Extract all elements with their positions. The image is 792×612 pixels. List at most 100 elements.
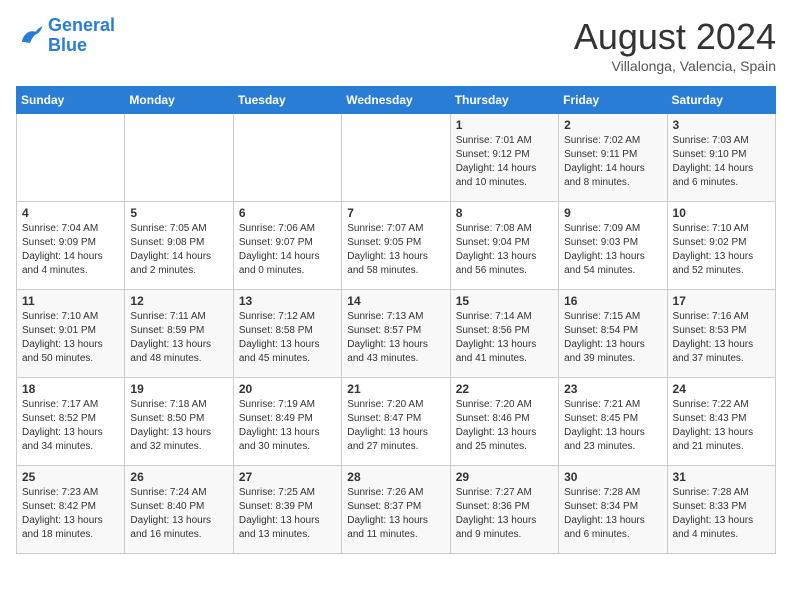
- day-number: 3: [673, 118, 770, 132]
- day-cell: [342, 114, 450, 202]
- week-row-1: 1 Sunrise: 7:01 AM Sunset: 9:12 PM Daylig…: [17, 114, 776, 202]
- week-row-5: 25Sunrise: 7:23 AM Sunset: 8:42 PM Dayli…: [17, 466, 776, 554]
- calendar-table: SundayMondayTuesdayWednesdayThursdayFrid…: [16, 86, 776, 554]
- day-info: Sunrise: 7:13 AM Sunset: 8:57 PM Dayligh…: [347, 310, 444, 366]
- header-saturday: Saturday: [667, 87, 775, 114]
- header-sunday: Sunday: [17, 87, 125, 114]
- day-cell: 4 Sunrise: 7:04 AM Sunset: 9:09 PM Daylig…: [17, 202, 125, 290]
- day-cell: 5 Sunrise: 7:05 AM Sunset: 9:08 PM Daylig…: [125, 202, 233, 290]
- header-friday: Friday: [559, 87, 667, 114]
- day-number: 27: [239, 470, 336, 484]
- day-number: 30: [564, 470, 661, 484]
- day-number: 28: [347, 470, 444, 484]
- day-number: 12: [130, 294, 227, 308]
- day-number: 4: [22, 206, 119, 220]
- day-info: Sunrise: 7:10 AM Sunset: 9:01 PM Dayligh…: [22, 310, 119, 366]
- day-number: 7: [347, 206, 444, 220]
- day-number: 29: [456, 470, 553, 484]
- day-cell: 16 Sunrise: 7:15 AM Sunset: 8:54 PM Dayli…: [559, 290, 667, 378]
- day-info: Sunrise: 7:16 AM Sunset: 8:53 PM Dayligh…: [673, 310, 770, 366]
- day-number: 18: [22, 382, 119, 396]
- day-cell: 29 Sunrise: 7:27 AM Sunset: 8:36 PM Dayli…: [450, 466, 558, 554]
- day-info: Sunrise: 7:08 AM Sunset: 9:04 PM Dayligh…: [456, 222, 553, 278]
- day-info: Sunrise: 7:26 AM Sunset: 8:37 PM Dayligh…: [347, 486, 444, 542]
- day-cell: 14 Sunrise: 7:13 AM Sunset: 8:57 PM Dayli…: [342, 290, 450, 378]
- day-info: Sunrise: 7:28 AM Sunset: 8:34 PM Dayligh…: [564, 486, 661, 542]
- day-info: Sunrise: 7:12 AM Sunset: 8:58 PM Dayligh…: [239, 310, 336, 366]
- header-wednesday: Wednesday: [342, 87, 450, 114]
- header-tuesday: Tuesday: [233, 87, 341, 114]
- day-info: Sunrise: 7:09 AM Sunset: 9:03 PM Dayligh…: [564, 222, 661, 278]
- day-cell: [17, 114, 125, 202]
- day-cell: 1 Sunrise: 7:01 AM Sunset: 9:12 PM Daylig…: [450, 114, 558, 202]
- day-cell: 26Sunrise: 7:24 AM Sunset: 8:40 PM Dayli…: [125, 466, 233, 554]
- day-cell: 24 Sunrise: 7:22 AM Sunset: 8:43 PM Dayli…: [667, 378, 775, 466]
- day-number: 6: [239, 206, 336, 220]
- day-cell: 21 Sunrise: 7:20 AM Sunset: 8:47 PM Dayli…: [342, 378, 450, 466]
- day-cell: 20 Sunrise: 7:19 AM Sunset: 8:49 PM Dayli…: [233, 378, 341, 466]
- day-info: Sunrise: 7:25 AM Sunset: 8:39 PM Dayligh…: [239, 486, 336, 542]
- day-cell: 28 Sunrise: 7:26 AM Sunset: 8:37 PM Dayli…: [342, 466, 450, 554]
- page-header: General Blue August 2024 Villalonga, Val…: [16, 16, 776, 74]
- day-cell: 9 Sunrise: 7:09 AM Sunset: 9:03 PM Daylig…: [559, 202, 667, 290]
- calendar-header-row: SundayMondayTuesdayWednesdayThursdayFrid…: [17, 87, 776, 114]
- day-number: 13: [239, 294, 336, 308]
- week-row-2: 4 Sunrise: 7:04 AM Sunset: 9:09 PM Daylig…: [17, 202, 776, 290]
- day-number: 15: [456, 294, 553, 308]
- day-number: 20: [239, 382, 336, 396]
- day-number: 17: [673, 294, 770, 308]
- day-cell: 11 Sunrise: 7:10 AM Sunset: 9:01 PM Dayli…: [17, 290, 125, 378]
- day-cell: 19 Sunrise: 7:18 AM Sunset: 8:50 PM Dayli…: [125, 378, 233, 466]
- day-info: Sunrise: 7:14 AM Sunset: 8:56 PM Dayligh…: [456, 310, 553, 366]
- day-number: 5: [130, 206, 227, 220]
- day-info: Sunrise: 7:03 AM Sunset: 9:10 PM Dayligh…: [673, 134, 770, 190]
- day-number: 2: [564, 118, 661, 132]
- day-info: Sunrise: 7:24 AM Sunset: 8:40 PM Dayligh…: [130, 486, 227, 542]
- day-info: Sunrise: 7:07 AM Sunset: 9:05 PM Dayligh…: [347, 222, 444, 278]
- day-number: 19: [130, 382, 227, 396]
- day-info: Sunrise: 7:01 AM Sunset: 9:12 PM Dayligh…: [456, 134, 553, 190]
- day-number: 31: [673, 470, 770, 484]
- day-info: Sunrise: 7:04 AM Sunset: 9:09 PM Dayligh…: [22, 222, 119, 278]
- day-cell: [125, 114, 233, 202]
- day-cell: 13 Sunrise: 7:12 AM Sunset: 8:58 PM Dayli…: [233, 290, 341, 378]
- location: Villalonga, Valencia, Spain: [574, 58, 776, 74]
- day-info: Sunrise: 7:21 AM Sunset: 8:45 PM Dayligh…: [564, 398, 661, 454]
- day-number: 9: [564, 206, 661, 220]
- day-info: Sunrise: 7:17 AM Sunset: 8:52 PM Dayligh…: [22, 398, 119, 454]
- day-info: Sunrise: 7:20 AM Sunset: 8:47 PM Dayligh…: [347, 398, 444, 454]
- day-info: Sunrise: 7:11 AM Sunset: 8:59 PM Dayligh…: [130, 310, 227, 366]
- day-cell: 18 Sunrise: 7:17 AM Sunset: 8:52 PM Dayli…: [17, 378, 125, 466]
- day-number: 16: [564, 294, 661, 308]
- day-cell: 27 Sunrise: 7:25 AM Sunset: 8:39 PM Dayli…: [233, 466, 341, 554]
- day-number: 10: [673, 206, 770, 220]
- day-number: 24: [673, 382, 770, 396]
- day-number: 14: [347, 294, 444, 308]
- day-cell: 30 Sunrise: 7:28 AM Sunset: 8:34 PM Dayli…: [559, 466, 667, 554]
- day-info: Sunrise: 7:19 AM Sunset: 8:49 PM Dayligh…: [239, 398, 336, 454]
- day-info: Sunrise: 7:02 AM Sunset: 9:11 PM Dayligh…: [564, 134, 661, 190]
- day-cell: 7 Sunrise: 7:07 AM Sunset: 9:05 PM Daylig…: [342, 202, 450, 290]
- day-cell: 2 Sunrise: 7:02 AM Sunset: 9:11 PM Daylig…: [559, 114, 667, 202]
- day-cell: 3 Sunrise: 7:03 AM Sunset: 9:10 PM Daylig…: [667, 114, 775, 202]
- day-info: Sunrise: 7:15 AM Sunset: 8:54 PM Dayligh…: [564, 310, 661, 366]
- day-info: Sunrise: 7:18 AM Sunset: 8:50 PM Dayligh…: [130, 398, 227, 454]
- logo-text: General Blue: [48, 16, 115, 56]
- week-row-4: 18 Sunrise: 7:17 AM Sunset: 8:52 PM Dayli…: [17, 378, 776, 466]
- day-number: 1: [456, 118, 553, 132]
- day-cell: [233, 114, 341, 202]
- header-monday: Monday: [125, 87, 233, 114]
- day-info: Sunrise: 7:27 AM Sunset: 8:36 PM Dayligh…: [456, 486, 553, 542]
- day-cell: 6Sunrise: 7:06 AM Sunset: 9:07 PM Daylig…: [233, 202, 341, 290]
- day-number: 11: [22, 294, 119, 308]
- day-cell: 17 Sunrise: 7:16 AM Sunset: 8:53 PM Dayli…: [667, 290, 775, 378]
- logo-icon: [16, 22, 44, 50]
- day-number: 23: [564, 382, 661, 396]
- day-number: 21: [347, 382, 444, 396]
- day-info: Sunrise: 7:28 AM Sunset: 8:33 PM Dayligh…: [673, 486, 770, 542]
- day-info: Sunrise: 7:23 AM Sunset: 8:42 PM Dayligh…: [22, 486, 119, 542]
- day-info: Sunrise: 7:22 AM Sunset: 8:43 PM Dayligh…: [673, 398, 770, 454]
- header-thursday: Thursday: [450, 87, 558, 114]
- title-block: August 2024 Villalonga, Valencia, Spain: [574, 16, 776, 74]
- day-info: Sunrise: 7:05 AM Sunset: 9:08 PM Dayligh…: [130, 222, 227, 278]
